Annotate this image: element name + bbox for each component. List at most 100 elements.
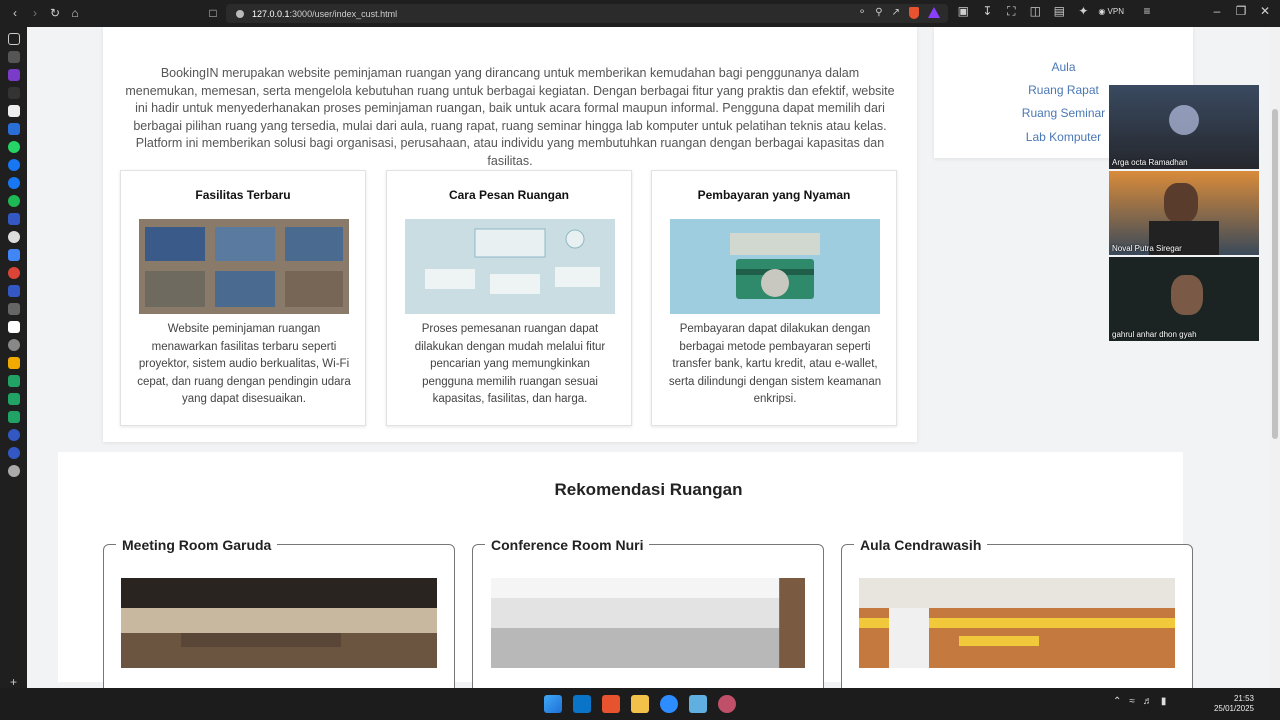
forward-icon[interactable]: ›: [26, 4, 44, 22]
vscode-icon[interactable]: [573, 695, 591, 713]
room-card[interactable]: Meeting Room Garuda: [103, 537, 455, 694]
battery-icon[interactable]: ▮: [1161, 696, 1167, 707]
minimize-icon[interactable]: –: [1208, 2, 1226, 20]
vpn-app-icon[interactable]: [7, 429, 20, 441]
feature-title: Fasilitas Terbaru: [195, 188, 291, 202]
chrome-icon[interactable]: [7, 267, 20, 279]
participant-name: gahrul anhar dhon gyah: [1112, 330, 1197, 339]
bookmark-icon[interactable]: □: [204, 4, 222, 22]
room-image: [859, 578, 1175, 668]
docs-icon[interactable]: [7, 249, 20, 261]
wifi-icon[interactable]: ≈: [1129, 696, 1135, 707]
vpn-button[interactable]: ◉ VPN: [1098, 7, 1124, 16]
start-icon[interactable]: [544, 695, 562, 713]
mail-icon[interactable]: [7, 357, 20, 369]
system-clock[interactable]: 21:53 25/01/2025: [1214, 694, 1254, 714]
notion-icon[interactable]: [7, 105, 20, 117]
link-icon[interactable]: [7, 303, 20, 315]
download-icon[interactable]: ↧: [978, 2, 996, 20]
back-icon[interactable]: ‹: [6, 4, 24, 22]
room-name: Meeting Room Garuda: [116, 537, 278, 553]
feature-card: Pembayaran yang Nyaman Pembayaran dapat …: [651, 170, 897, 426]
taskbar: ⌃ ≈ ♬ ▮ 21:53 25/01/2025: [0, 688, 1280, 720]
app-blue-icon-2[interactable]: [7, 285, 20, 297]
brave-rewards-icon[interactable]: [928, 7, 940, 18]
brave-icon[interactable]: [602, 695, 620, 713]
site-info-icon[interactable]: [236, 9, 244, 18]
obs-icon[interactable]: [718, 695, 736, 713]
clock-time: 21:53: [1233, 694, 1254, 703]
feature-image: [139, 219, 349, 314]
home-icon[interactable]: ⌂: [66, 4, 84, 22]
room-image: [121, 578, 437, 668]
video-tile[interactable]: Noval Putra Siregar: [1109, 171, 1259, 255]
feature-card: Cara Pesan Ruangan Proses pemesanan ruan…: [386, 170, 632, 426]
downloads-icon[interactable]: [7, 51, 20, 63]
menu-icon[interactable]: ≡: [1138, 2, 1156, 20]
close-icon[interactable]: ✕: [1256, 2, 1274, 20]
url-path: :3000/user/index_cust.html: [289, 8, 398, 19]
vpn-label: VPN: [1107, 6, 1124, 16]
page-scrollbar[interactable]: [1270, 27, 1280, 688]
room-image: [491, 578, 805, 668]
clock-date: 25/01/2025: [1213, 704, 1254, 713]
room-card[interactable]: Aula Cendrawasih: [841, 537, 1193, 694]
zoom-app-icon[interactable]: [660, 695, 678, 713]
bookmark-app-icon[interactable]: [7, 87, 20, 99]
network-icon[interactable]: [7, 123, 20, 135]
feature-image: [670, 219, 880, 314]
password-key-icon[interactable]: ⚬: [858, 7, 866, 19]
room-name: Conference Room Nuri: [485, 537, 650, 553]
spotify-icon[interactable]: [7, 195, 20, 207]
video-tile[interactable]: gahrul anhar dhon gyah: [1109, 257, 1259, 341]
browser-sidebar: +: [0, 27, 27, 688]
messenger-icon[interactable]: [7, 159, 20, 171]
participant-name: Arga octa Ramadhan: [1112, 158, 1188, 167]
volume-icon[interactable]: ♬: [1143, 696, 1153, 707]
feature-title: Cara Pesan Ruangan: [448, 188, 570, 202]
about-description: BookingIN merupakan website peminjaman r…: [125, 66, 895, 168]
app-white-icon[interactable]: [7, 231, 20, 243]
share-icon[interactable]: ↗: [892, 7, 900, 19]
feature-image: [405, 219, 615, 314]
app-icon[interactable]: [7, 69, 20, 81]
whatsapp-icon[interactable]: [7, 141, 20, 153]
video-tile[interactable]: Arga octa Ramadhan: [1109, 85, 1259, 169]
extensions-icon[interactable]: ▣: [954, 2, 972, 20]
restore-icon[interactable]: ❐: [1232, 2, 1250, 20]
brave-shield-icon[interactable]: [909, 7, 919, 19]
chevron-up-icon[interactable]: ⌃: [1113, 696, 1121, 707]
feature-title: Pembayaran yang Nyaman: [697, 188, 851, 202]
zoom-icon[interactable]: ⚲: [875, 7, 882, 19]
vpn-app-icon-2[interactable]: [7, 447, 20, 459]
recommendation-title: Rekomendasi Ruangan: [554, 480, 743, 499]
screenshot-icon[interactable]: ⛶: [1002, 2, 1020, 20]
url-host: 127.0.0.1: [252, 8, 290, 19]
word-icon[interactable]: [7, 321, 20, 333]
photos-icon[interactable]: [689, 695, 707, 713]
gear-icon[interactable]: [7, 465, 20, 477]
file-explorer-icon[interactable]: [631, 695, 649, 713]
feature-text: Proses pemesanan ruangan dapat dilakukan…: [414, 323, 606, 406]
feature-text: Pembayaran dapat dilakukan dengan berbag…: [668, 323, 882, 406]
scroll-thumb[interactable]: [1272, 109, 1278, 439]
about-section: BookingIN merupakan website peminjaman r…: [103, 27, 917, 442]
address-bar[interactable]: 127.0.0.1:3000/user/index_cust.html ⚬ ⚲ …: [226, 4, 948, 23]
reload-icon[interactable]: ↻: [46, 4, 64, 22]
leo-ai-icon[interactable]: ✦: [1074, 2, 1092, 20]
wallet-icon[interactable]: ▤: [1050, 2, 1068, 20]
sidebar-toggle-icon[interactable]: ◫: [1026, 2, 1044, 20]
sidebar-panel-icon[interactable]: [7, 33, 20, 45]
browser-toolbar: ‹ › ↻ ⌂ □ 127.0.0.1:3000/user/index_cust…: [0, 0, 1280, 27]
menu-link-aula[interactable]: Aula: [934, 60, 1193, 74]
feature-text: Website peminjaman ruangan menawarkan fa…: [137, 323, 351, 406]
messenger-icon-2[interactable]: [7, 177, 20, 189]
sheets-icon[interactable]: [7, 375, 20, 387]
room-card[interactable]: Conference Room Nuri: [472, 537, 824, 694]
feature-card: Fasilitas Terbaru Website peminjaman rua…: [120, 170, 366, 426]
settings-app-icon[interactable]: [7, 339, 20, 351]
add-panel-icon[interactable]: +: [8, 676, 20, 688]
sheets-icon-2[interactable]: [7, 393, 20, 405]
sheets-icon-3[interactable]: [7, 411, 20, 423]
app-blue-icon[interactable]: [7, 213, 20, 225]
